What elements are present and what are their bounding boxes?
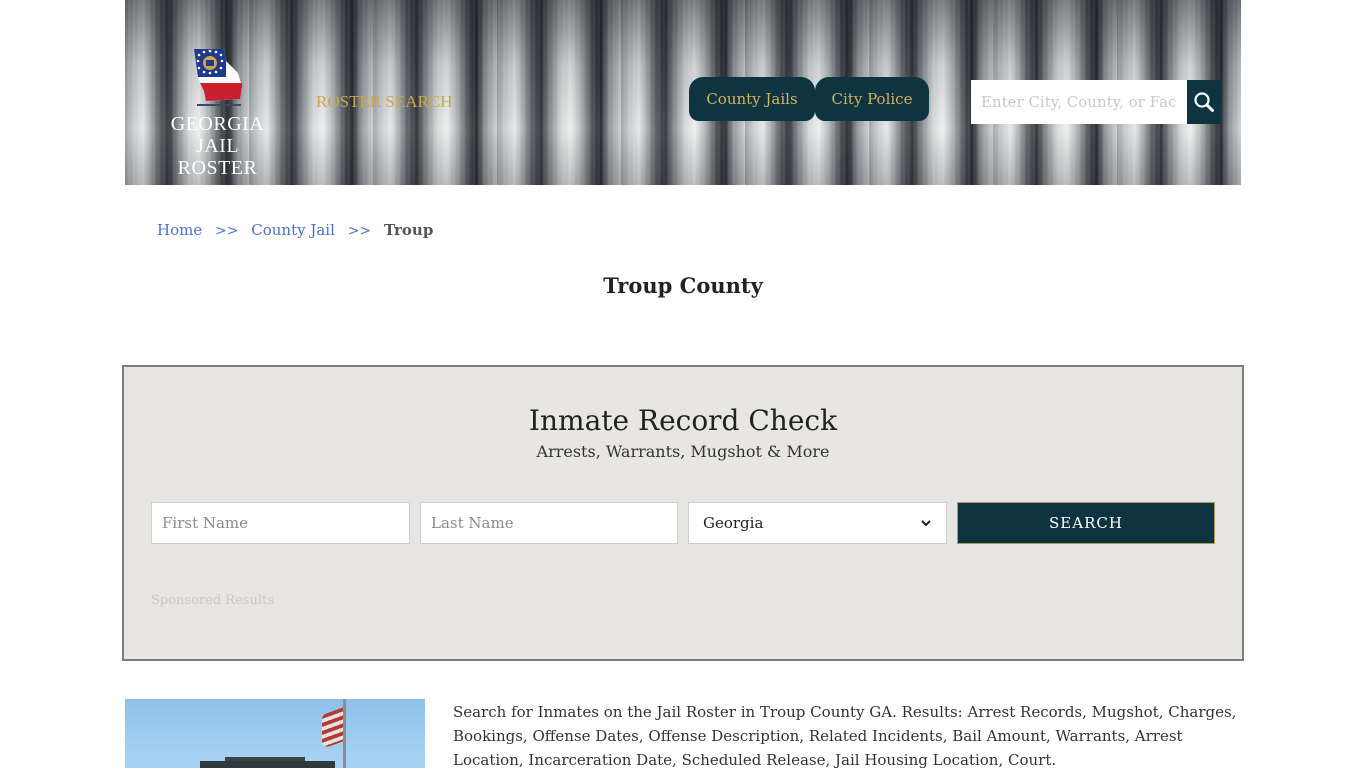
american-flag <box>322 706 344 750</box>
last-name-input[interactable] <box>420 502 678 544</box>
page-title: Troup County <box>603 273 763 298</box>
logo-text-line1: GEORGIA <box>170 113 265 135</box>
record-check-title: Inmate Record Check <box>528 404 838 437</box>
building <box>200 761 335 768</box>
jail-building-photo <box>125 699 425 768</box>
flagpole <box>343 699 346 768</box>
sponsored-results-label: Sponsored Results <box>151 593 274 608</box>
record-check-subtitle: Arrests, Warrants, Mugshot & More <box>536 442 830 461</box>
site-logo[interactable]: GEORGIA JAIL ROSTER <box>155 45 280 179</box>
state-select[interactable]: Georgia <box>688 502 947 544</box>
chevron-down-icon <box>921 520 931 527</box>
facility-search <box>971 80 1221 124</box>
georgia-flag-map-icon <box>194 49 242 101</box>
breadcrumb-separator: >> <box>215 223 239 239</box>
breadcrumb-county-jail[interactable]: County Jail <box>251 221 335 239</box>
state-select-value: Georgia <box>703 514 764 532</box>
search-submit-button[interactable] <box>1187 80 1221 124</box>
logo-text: GEORGIA JAIL ROSTER <box>155 113 280 179</box>
breadcrumb-separator: >> <box>347 223 372 239</box>
facility-search-input[interactable] <box>971 80 1187 124</box>
tab-city-police[interactable]: City Police <box>815 77 929 121</box>
logo-text-line2: JAIL ROSTER <box>177 135 258 179</box>
tab-county-jails[interactable]: County Jails <box>689 77 815 121</box>
logo-divider <box>197 104 241 106</box>
search-icon <box>1194 92 1214 112</box>
first-name-input[interactable] <box>151 502 410 544</box>
inmate-record-check-panel: Inmate Record Check Arrests, Warrants, M… <box>122 365 1244 661</box>
breadcrumb: Home >> County Jail >> Troup <box>157 221 433 239</box>
breadcrumb-home[interactable]: Home <box>157 221 202 239</box>
breadcrumb-current: Troup <box>383 221 434 239</box>
record-search-button[interactable]: SEARCH <box>957 502 1215 544</box>
county-description: Search for Inmates on the Jail Roster in… <box>453 703 1237 768</box>
roster-search-link[interactable]: ROSTER SEARCH <box>316 92 453 112</box>
